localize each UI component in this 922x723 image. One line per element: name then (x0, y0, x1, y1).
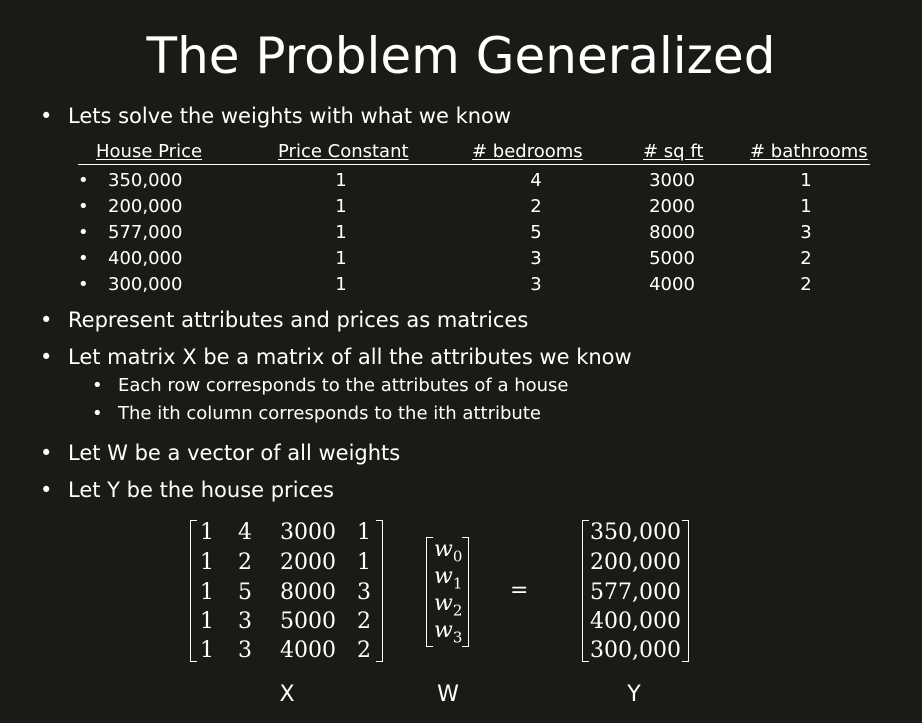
cell-price: 577,000 (108, 222, 183, 243)
subbullet-columns: • The ith column corresponds to the ith a… (92, 403, 541, 424)
cell-sqft: 2000 (649, 196, 695, 217)
bullet-dot: • (92, 375, 103, 396)
bullet-dot: • (40, 104, 53, 128)
cell-price: 200,000 (108, 196, 183, 217)
subbullet-rows: • Each row corresponds to the attributes … (92, 375, 569, 396)
cell-bedrooms: 2 (530, 196, 542, 217)
cell-bedrooms: 5 (530, 222, 542, 243)
vector-y-entry: 200,000 (590, 550, 681, 575)
row-bullet: • (78, 170, 89, 191)
bullet-dot: • (92, 403, 103, 424)
cell-price: 400,000 (108, 248, 183, 269)
table-row: • 300,000 1 3 4000 2 (0, 272, 922, 298)
cell-price: 350,000 (108, 170, 183, 191)
table-row: • 400,000 1 3 5000 2 (0, 246, 922, 272)
cell-bathrooms: 3 (800, 222, 812, 243)
table-header: House Price Price Constant # bedrooms # … (78, 141, 870, 165)
header-house-price: House Price (96, 141, 203, 162)
cell-sqft: 3000 (649, 170, 695, 191)
vector-y-entry: 350,000 (590, 520, 681, 545)
cell-constant: 1 (335, 170, 347, 191)
cell-sqft: 4000 (649, 274, 695, 295)
cell-bathrooms: 1 (800, 170, 812, 191)
table-row: • 577,000 1 5 8000 3 (0, 220, 922, 246)
table-row: • 350,000 1 4 3000 1 (0, 168, 922, 194)
bullet-prices-y: • Let Y be the house prices (40, 478, 334, 502)
cell-bathrooms: 2 (800, 248, 812, 269)
cell-price: 300,000 (108, 274, 183, 295)
vector-y-entry: 577,000 (590, 580, 681, 605)
cell-bedrooms: 3 (530, 274, 542, 295)
matrix-x-left-bracket (190, 520, 197, 662)
vector-y-left-bracket (582, 520, 589, 662)
cell-bathrooms: 1 (800, 196, 812, 217)
bullet-represent-matrices: • Represent attributes and prices as matr… (40, 308, 529, 332)
vector-w-entry: w3 (434, 618, 463, 647)
bullet-dot: • (40, 478, 53, 502)
vector-y-right-bracket (682, 520, 689, 662)
row-bullet: • (78, 222, 89, 243)
row-bullet: • (78, 248, 89, 269)
vector-w-right-bracket (462, 537, 469, 647)
cell-sqft: 8000 (649, 222, 695, 243)
cell-bathrooms: 2 (800, 274, 812, 295)
row-bullet: • (78, 196, 89, 217)
label-w: W (437, 682, 459, 707)
bullet-dot: • (40, 441, 53, 465)
cell-bedrooms: 3 (530, 248, 542, 269)
bullet-matrix-x: • Let matrix X be a matrix of all the att… (40, 345, 632, 369)
label-y: Y (627, 682, 641, 707)
table-row: • 200,000 1 2 2000 1 (0, 194, 922, 220)
cell-constant: 1 (335, 222, 347, 243)
equals-sign: = (510, 578, 529, 603)
vector-w-entry: w1 (434, 564, 463, 593)
row-bullet: • (78, 274, 89, 295)
label-x: X (279, 682, 295, 707)
header-bathrooms: # bathrooms (750, 141, 868, 162)
cell-bedrooms: 4 (530, 170, 542, 191)
cell-constant: 1 (335, 274, 347, 295)
cell-sqft: 5000 (649, 248, 695, 269)
header-sq-ft: # sq ft (643, 141, 704, 162)
vector-y-entry: 300,000 (590, 638, 681, 663)
bullet-solve-weights: • Lets solve the weights with what we kno… (40, 104, 512, 128)
vector-w-entry: w2 (434, 591, 463, 620)
cell-constant: 1 (335, 196, 347, 217)
matrix-x-right-bracket (376, 520, 383, 662)
bullet-vector-w: • Let W be a vector of all weights (40, 441, 401, 465)
slide-title: The Problem Generalized (146, 27, 776, 85)
cell-constant: 1 (335, 248, 347, 269)
bullet-dot: • (40, 345, 53, 369)
vector-w-left-bracket (426, 537, 433, 647)
bullet-dot: • (40, 308, 53, 332)
vector-w-entry: w0 (434, 537, 463, 566)
header-bedrooms: # bedrooms (472, 141, 583, 162)
vector-y-entry: 400,000 (590, 609, 681, 634)
header-price-constant: Price Constant (278, 141, 409, 162)
